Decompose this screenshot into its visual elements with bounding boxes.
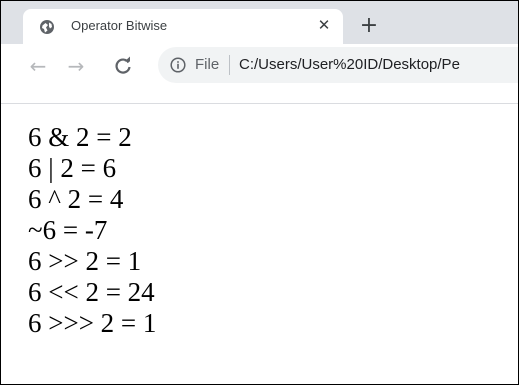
page-content: 6 & 2 = 2 6 | 2 = 6 6 ^ 2 = 4 ~6 = -7 6 … xyxy=(28,122,156,339)
address-divider xyxy=(229,55,230,75)
url-text[interactable]: C:/Users/User%20ID/Desktop/Pe xyxy=(239,56,460,73)
reload-icon[interactable] xyxy=(111,54,135,78)
output-line-not: ~6 = -7 xyxy=(28,215,108,245)
tab-strip: Operator Bitwise ✕ + xyxy=(1,1,518,44)
browser-toolbar: ← → File C:/Users/User%20ID/Desktop/Pe xyxy=(1,44,518,104)
back-arrow-icon[interactable]: ← xyxy=(26,54,50,78)
close-icon[interactable]: ✕ xyxy=(314,15,334,35)
tab-operator-bitwise[interactable]: Operator Bitwise ✕ xyxy=(23,9,343,44)
browser-window: Operator Bitwise ✕ + ← → File C:/Users/U… xyxy=(0,0,519,385)
output-line-xor: 6 ^ 2 = 4 xyxy=(28,184,124,214)
output-line-left-shift: 6 << 2 = 24 xyxy=(28,277,155,307)
info-icon[interactable] xyxy=(170,57,186,73)
tab-title: Operator Bitwise xyxy=(71,18,168,33)
globe-icon xyxy=(39,19,55,35)
output-line-right-shift: 6 >> 2 = 1 xyxy=(28,246,142,276)
output-line-or: 6 | 2 = 6 xyxy=(28,153,117,183)
new-tab-button[interactable]: + xyxy=(357,15,381,39)
scheme-label: File xyxy=(195,56,220,73)
output-line-unsigned-right-shift: 6 >>> 2 = 1 xyxy=(28,308,157,338)
output-line-and: 6 & 2 = 2 xyxy=(28,122,132,152)
forward-arrow-icon[interactable]: → xyxy=(64,54,88,78)
address-bar[interactable]: File C:/Users/User%20ID/Desktop/Pe xyxy=(158,47,518,83)
